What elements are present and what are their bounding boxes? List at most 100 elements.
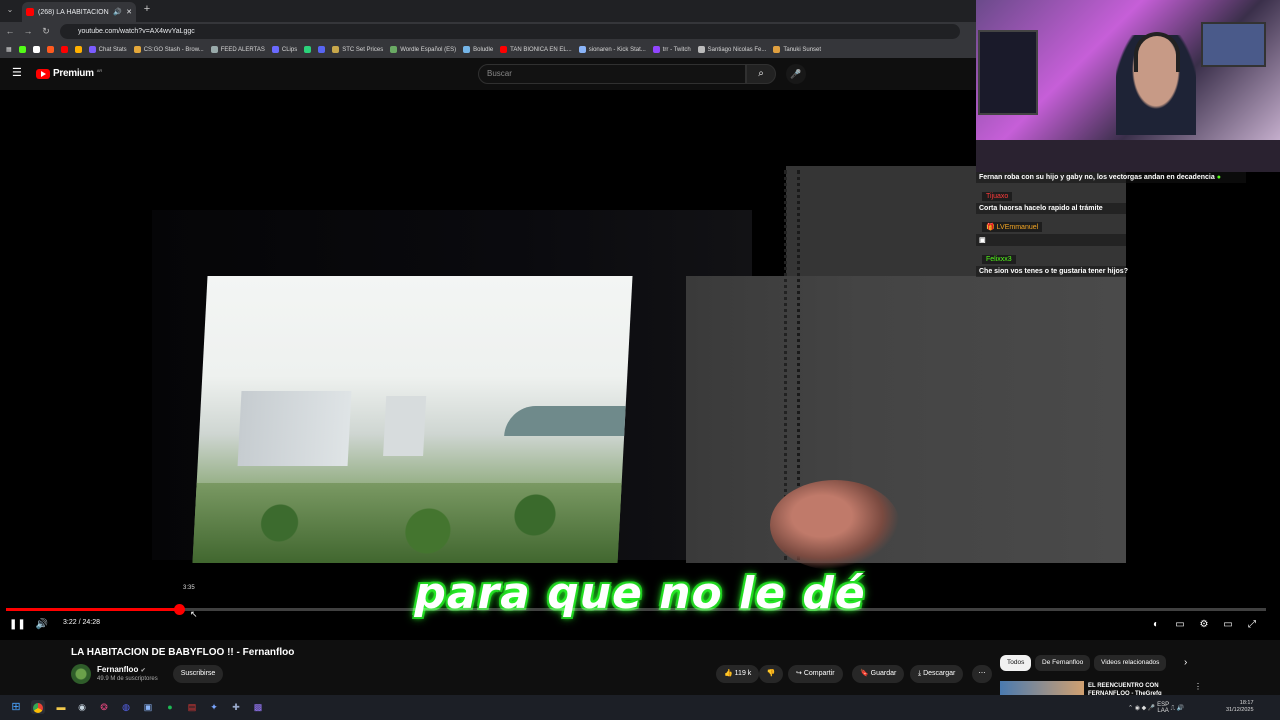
bookmark-icon[interactable] bbox=[32, 46, 40, 53]
channel-name[interactable]: Fernanfloo ✔ bbox=[97, 665, 146, 674]
chevron-right-icon[interactable]: › bbox=[1184, 657, 1187, 668]
tab-search-icon[interactable]: ⌄ bbox=[4, 5, 16, 17]
search-icon[interactable]: ⌕ bbox=[746, 64, 776, 84]
steam-icon[interactable]: ◉ bbox=[75, 700, 89, 714]
chrome-icon[interactable] bbox=[31, 700, 45, 714]
more-actions-icon[interactable]: ⋯ bbox=[972, 665, 992, 683]
progress-scrubber[interactable] bbox=[174, 604, 185, 615]
bookmark-twitch[interactable]: trr - Twitch bbox=[652, 46, 691, 53]
new-tab-button[interactable]: + bbox=[141, 3, 153, 17]
bookmark-tan-bionica[interactable]: TAN BIONICA EN EL... bbox=[500, 46, 572, 53]
forward-icon[interactable]: → bbox=[22, 25, 34, 37]
bookmark-icon[interactable] bbox=[74, 46, 82, 53]
chat-message: Fernan roba con su hijo y gaby no, los v… bbox=[976, 172, 1246, 183]
url-field[interactable]: youtube.com/watch?v=AX4wvYaLggc bbox=[60, 24, 960, 39]
thumbs-up-icon: 👍 bbox=[724, 670, 733, 677]
microphone-icon[interactable]: 🎤 bbox=[786, 64, 806, 84]
pause-icon[interactable]: ❚❚ bbox=[9, 618, 26, 632]
app-icon[interactable]: ▤ bbox=[185, 700, 199, 714]
discord-icon[interactable]: ◍ bbox=[119, 700, 133, 714]
badge-icon: 🎁 bbox=[986, 224, 997, 231]
system-tray[interactable]: ⌃ ◉ ◆ 🎤 ESP LAA ⎍ 🔊 bbox=[1128, 702, 1184, 714]
bookmark-kick-icon[interactable] bbox=[18, 46, 26, 53]
time-display: 3:22 / 24:28 bbox=[63, 619, 100, 626]
back-icon[interactable]: ← bbox=[4, 25, 16, 37]
bookmark-chat-stats[interactable]: Chat Stats bbox=[88, 46, 127, 53]
logo-country: AR bbox=[96, 68, 103, 73]
save-button[interactable]: 🔖 Guardar bbox=[852, 665, 905, 683]
app-icon[interactable]: ✚ bbox=[229, 700, 243, 714]
tab-close-icon[interactable]: ✕ bbox=[126, 8, 132, 16]
bookmarks-bar: ▦ Chat Stats CS:GO Stash - Brow... FEED … bbox=[0, 41, 976, 58]
network-icon: ⎍ bbox=[1170, 705, 1175, 712]
settings-gear-icon[interactable]: ⚙ bbox=[1197, 618, 1211, 632]
chat-username: 🎁 LVEmmanuel bbox=[982, 222, 1043, 232]
bookmark-csgo-stash[interactable]: CS:GO Stash - Brow... bbox=[133, 46, 204, 53]
share-icon: ↪ bbox=[796, 670, 802, 677]
webcam-overlay bbox=[976, 0, 1280, 172]
bookmark-apps-icon[interactable]: ▦ bbox=[6, 46, 12, 53]
youtube-favicon-icon bbox=[26, 8, 34, 16]
bookmark-kick-stats[interactable]: sionaren - Kick Stat... bbox=[578, 46, 646, 53]
youtube-logo-icon bbox=[36, 68, 50, 79]
language-indicator: ESP LAA bbox=[1157, 702, 1170, 714]
bookmark-youtube-icon[interactable] bbox=[60, 46, 68, 53]
video-frame-wall-lower bbox=[686, 276, 1126, 563]
menu-icon[interactable]: ☰ bbox=[12, 68, 24, 79]
chat-username: Felixxx3 bbox=[982, 255, 1016, 264]
chip-related[interactable]: Videos relacionados bbox=[1094, 655, 1167, 671]
tray-steam-icon: ◉ bbox=[1134, 705, 1140, 712]
chip-from-channel[interactable]: De Fernanfloo bbox=[1035, 655, 1091, 671]
reload-icon[interactable]: ↻ bbox=[40, 25, 52, 37]
video-title: LA HABITACION DE BABYFLOO !! - Fernanflo… bbox=[71, 647, 295, 658]
download-icon: ⤓ bbox=[918, 670, 922, 677]
bookmark-icon[interactable] bbox=[304, 46, 312, 53]
bookmark-clips[interactable]: CLips bbox=[271, 46, 297, 53]
chat-message-emote: ▣ bbox=[976, 234, 1126, 246]
bookmark-santiago[interactable]: Santiago Nicolas Fe... bbox=[697, 46, 766, 53]
bookmark-boludle[interactable]: Boludle bbox=[463, 46, 493, 53]
tab-title: (268) LA HABITACION DE B bbox=[38, 8, 109, 16]
subscribe-button[interactable]: Suscribirse bbox=[173, 665, 223, 683]
app-icon[interactable]: ❂ bbox=[97, 700, 111, 714]
browser-tab-active[interactable]: (268) LA HABITACION DE B 🔊 ✕ bbox=[22, 2, 136, 22]
chip-all[interactable]: Todos bbox=[1000, 655, 1032, 671]
subscriber-count: 49.9 M de suscriptores bbox=[97, 676, 158, 682]
subtitles-icon[interactable]: ▭ bbox=[1173, 618, 1187, 632]
app-icon[interactable]: ▣ bbox=[141, 700, 155, 714]
related-video-thumbnail[interactable] bbox=[1000, 681, 1084, 695]
related-video-menu-icon[interactable]: ⋮ bbox=[1194, 682, 1202, 691]
chevron-up-icon: ⌃ bbox=[1128, 705, 1134, 712]
file-explorer-icon[interactable]: ▬ bbox=[54, 700, 68, 714]
bookmark-tanuki[interactable]: Tanuki Sunset bbox=[773, 46, 821, 53]
volume-icon[interactable]: 🔊 bbox=[34, 618, 50, 632]
app-icon[interactable]: ✦ bbox=[207, 700, 221, 714]
dislike-button[interactable]: 👎 bbox=[759, 665, 783, 683]
like-button[interactable]: 👍 119 k bbox=[716, 665, 760, 683]
bookmark-feed-alertas[interactable]: FEED ALERTAS bbox=[210, 46, 265, 53]
bookmark-wordle[interactable]: Wordle Español (ES) bbox=[390, 46, 456, 53]
tab-audio-icon: 🔊 bbox=[113, 9, 123, 16]
video-frame-window bbox=[192, 276, 633, 563]
system-clock[interactable]: 18:17 31/12/2025 bbox=[1226, 700, 1254, 714]
logo-text: Premium bbox=[53, 68, 94, 79]
theater-mode-icon[interactable]: ▭ bbox=[1221, 618, 1235, 632]
channel-avatar[interactable] bbox=[71, 664, 91, 684]
chat-message: Corta haorsa hacelo rapido al trámite bbox=[976, 203, 1126, 214]
bookmark-stc-set-prices[interactable]: STC Set Prices bbox=[332, 46, 383, 53]
autoplay-toggle-icon[interactable]: ◐ bbox=[1148, 618, 1164, 632]
bookmark-icon[interactable] bbox=[318, 46, 326, 53]
bookmark-icon[interactable] bbox=[46, 46, 54, 53]
bookmark-icon: 🔖 bbox=[860, 670, 869, 677]
share-button[interactable]: ↪ Compartir bbox=[788, 665, 843, 683]
app-icon[interactable]: ▩ bbox=[251, 700, 265, 714]
verified-icon: ✔ bbox=[140, 668, 146, 674]
thumbs-down-icon: 👎 bbox=[766, 670, 776, 677]
download-button[interactable]: ⤓ Descargar bbox=[910, 665, 964, 683]
search-input[interactable]: Buscar bbox=[478, 64, 746, 84]
spotify-icon[interactable]: ● bbox=[163, 700, 177, 714]
windows-start-icon[interactable]: ⊞ bbox=[9, 700, 23, 714]
youtube-premium-logo[interactable]: Premium AR bbox=[36, 68, 102, 79]
progress-bar-played bbox=[6, 608, 179, 611]
fullscreen-icon[interactable]: ⤢ bbox=[1245, 618, 1259, 632]
